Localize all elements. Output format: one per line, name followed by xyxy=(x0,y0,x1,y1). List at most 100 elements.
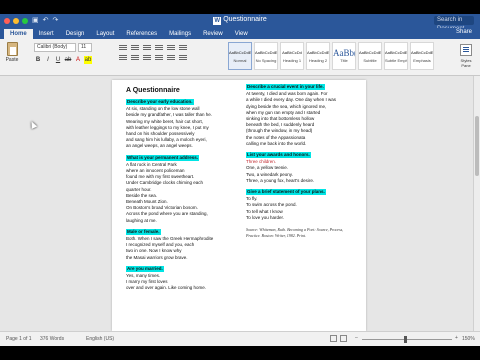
web-layout-icon[interactable] xyxy=(340,335,347,342)
style-tile-emphasis[interactable]: AaBbCcDdEe Emphasis xyxy=(410,42,434,70)
style-tile-no-spacing[interactable]: AaBbCcDdEe No Spacing xyxy=(254,42,278,70)
style-name: Subtle Emph. xyxy=(385,58,407,63)
page-count[interactable]: Page 1 of 1 xyxy=(6,336,32,342)
strikethrough-icon[interactable]: ab xyxy=(64,56,72,64)
font-color-icon[interactable]: A xyxy=(74,56,82,64)
tab-list: Home Insert Design Layout References Mailings… xyxy=(4,29,254,39)
tab-insert[interactable]: Insert xyxy=(33,29,60,39)
citation: Source: Whiteman, Ruth. Becoming a Poet:… xyxy=(246,227,344,238)
tab-references[interactable]: References xyxy=(120,29,163,39)
style-name: Heading 1 xyxy=(282,58,302,63)
zoom-out-button[interactable]: – xyxy=(355,335,358,341)
question-section: Describe your early education. At six, st… xyxy=(126,99,238,150)
multilevel-list-icon[interactable] xyxy=(142,44,152,51)
view-buttons xyxy=(330,335,347,342)
scroll-thumb[interactable] xyxy=(475,116,479,176)
tab-design[interactable]: Design xyxy=(60,29,91,39)
style-tile-heading-2[interactable]: AaBbCcDdEe Heading 2 xyxy=(306,42,330,70)
styles-pane-label: Styles Pane xyxy=(460,58,472,68)
word-count[interactable]: 376 Words xyxy=(40,336,64,342)
ribbon-tabs: Home Insert Design Layout References Mailings… xyxy=(0,28,480,39)
line-spacing-icon[interactable] xyxy=(166,54,176,61)
left-sections: Describe your early education. At six, st… xyxy=(126,99,238,292)
question-section: List your awards and honors. Three childr… xyxy=(246,152,358,184)
shading-icon[interactable] xyxy=(178,54,188,61)
tab-review[interactable]: Review xyxy=(197,29,229,39)
underline-icon[interactable]: U xyxy=(54,56,62,64)
letterbox-top xyxy=(0,0,480,14)
clipboard-icon xyxy=(6,42,18,56)
numbering-icon[interactable] xyxy=(130,44,140,51)
styles-pane-icon xyxy=(460,44,472,56)
font-size-select[interactable]: 11 xyxy=(78,43,92,52)
window-title-text: Questionnaire xyxy=(223,16,267,23)
zoom-level: 150% xyxy=(462,336,475,342)
home-ribbon: Paste Calibri (Body) 11 B I U ab A ab Aa… xyxy=(0,39,480,76)
search-input[interactable]: Search in Document xyxy=(434,16,474,32)
style-tile-heading-1[interactable]: AaBbCcDd Heading 1 xyxy=(280,42,304,70)
document-page[interactable]: A Questionnaire Describe your early educ… xyxy=(112,80,366,331)
style-sample: AaBbCcDdEe xyxy=(307,50,329,55)
status-bar: Page 1 of 1 376 Words English (US) – + 1… xyxy=(0,331,480,346)
tab-home[interactable]: Home xyxy=(4,29,33,39)
style-tile-title[interactable]: AaBb(Title xyxy=(332,42,356,70)
language[interactable]: English (US) xyxy=(86,336,114,342)
font-name-select[interactable]: Calibri (Body) xyxy=(34,43,76,52)
align-center-icon[interactable] xyxy=(130,54,140,61)
question-heading: Give a brief statement of your plans. xyxy=(246,189,326,196)
zoom-in-button[interactable]: + xyxy=(455,335,458,341)
vertical-scrollbar[interactable] xyxy=(473,76,480,331)
tab-mailings[interactable]: Mailings xyxy=(163,29,197,39)
paragraph-buttons xyxy=(118,44,188,61)
style-name: Heading 2 xyxy=(308,58,328,63)
style-name: No Spacing xyxy=(255,58,277,63)
answer-line: Three, a young fox, heart's desire. xyxy=(246,177,315,183)
style-sample: AaBbCcDdEe xyxy=(359,50,381,55)
paste-button[interactable]: Paste xyxy=(4,42,20,63)
question-heading: Are you married. xyxy=(126,265,164,273)
highlight-icon[interactable]: ab xyxy=(84,56,92,64)
styles-pane-button[interactable]: Styles Pane xyxy=(456,44,476,68)
bullets-icon[interactable] xyxy=(118,44,128,51)
style-tile-subtle-emph-[interactable]: AaBbCcDdEe Subtle Emph. xyxy=(384,42,408,70)
bold-icon[interactable]: B xyxy=(34,56,42,64)
tab-layout[interactable]: Layout xyxy=(90,29,120,39)
paste-label: Paste xyxy=(5,57,19,63)
style-sample: AaBbCcDdEe xyxy=(229,50,251,55)
style-tile-normal[interactable]: AaBbCcDdEe Normal xyxy=(228,42,252,70)
answer-line: the Masai warriors grow brave. xyxy=(126,254,188,260)
style-sample: AaBb( xyxy=(333,48,355,58)
style-name: Normal xyxy=(233,58,247,63)
style-tile-subtitle[interactable]: AaBbCcDdEe Subtitle xyxy=(358,42,382,70)
align-left-icon[interactable] xyxy=(118,54,128,61)
question-section: Give a brief statement of your plans. To … xyxy=(246,189,358,221)
answer-line: laughing at me. xyxy=(126,217,157,223)
word-window: ▣ ↶ ↷ WQuestionnaire Search in Document … xyxy=(0,0,480,360)
print-layout-icon[interactable] xyxy=(330,335,337,342)
question-heading: Describe your early education. xyxy=(126,99,194,106)
align-right-icon[interactable] xyxy=(142,54,152,61)
question-heading: Describe a crucial event in your life. xyxy=(246,84,325,91)
question-heading: List your awards and honors. xyxy=(246,152,311,159)
decrease-indent-icon[interactable] xyxy=(154,44,164,51)
letterbox-bottom xyxy=(0,346,480,360)
sort-icon[interactable] xyxy=(178,44,188,51)
window-title: W Questionnaire xyxy=(0,16,480,25)
style-sample: AaBbCcDdEe xyxy=(255,50,277,55)
tab-view[interactable]: View xyxy=(229,29,254,39)
word-doc-icon: W xyxy=(213,17,222,25)
increase-indent-icon[interactable] xyxy=(166,44,176,51)
zoom-slider[interactable] xyxy=(362,339,452,340)
left-column: A Questionnaire Describe your early educ… xyxy=(126,84,238,297)
share-button[interactable]: Share xyxy=(456,29,472,35)
answer-line: an angel weeps, an angel weeps. xyxy=(126,143,193,149)
answer-line: over and over again. Like coming home. xyxy=(126,285,207,291)
right-column: Describe a crucial event in your life. At… xyxy=(246,84,358,238)
title-bar: ▣ ↶ ↷ WQuestionnaire Search in Document xyxy=(0,14,480,32)
justify-icon[interactable] xyxy=(154,54,164,61)
answer-line: calling me back into the world. xyxy=(246,140,307,146)
question-section: Are you married. Yes, many times. I marry … xyxy=(126,265,238,292)
zoom-slider-thumb[interactable] xyxy=(404,336,407,343)
question-heading: What is your permanent address. xyxy=(126,154,200,161)
italic-icon[interactable]: I xyxy=(44,56,52,64)
